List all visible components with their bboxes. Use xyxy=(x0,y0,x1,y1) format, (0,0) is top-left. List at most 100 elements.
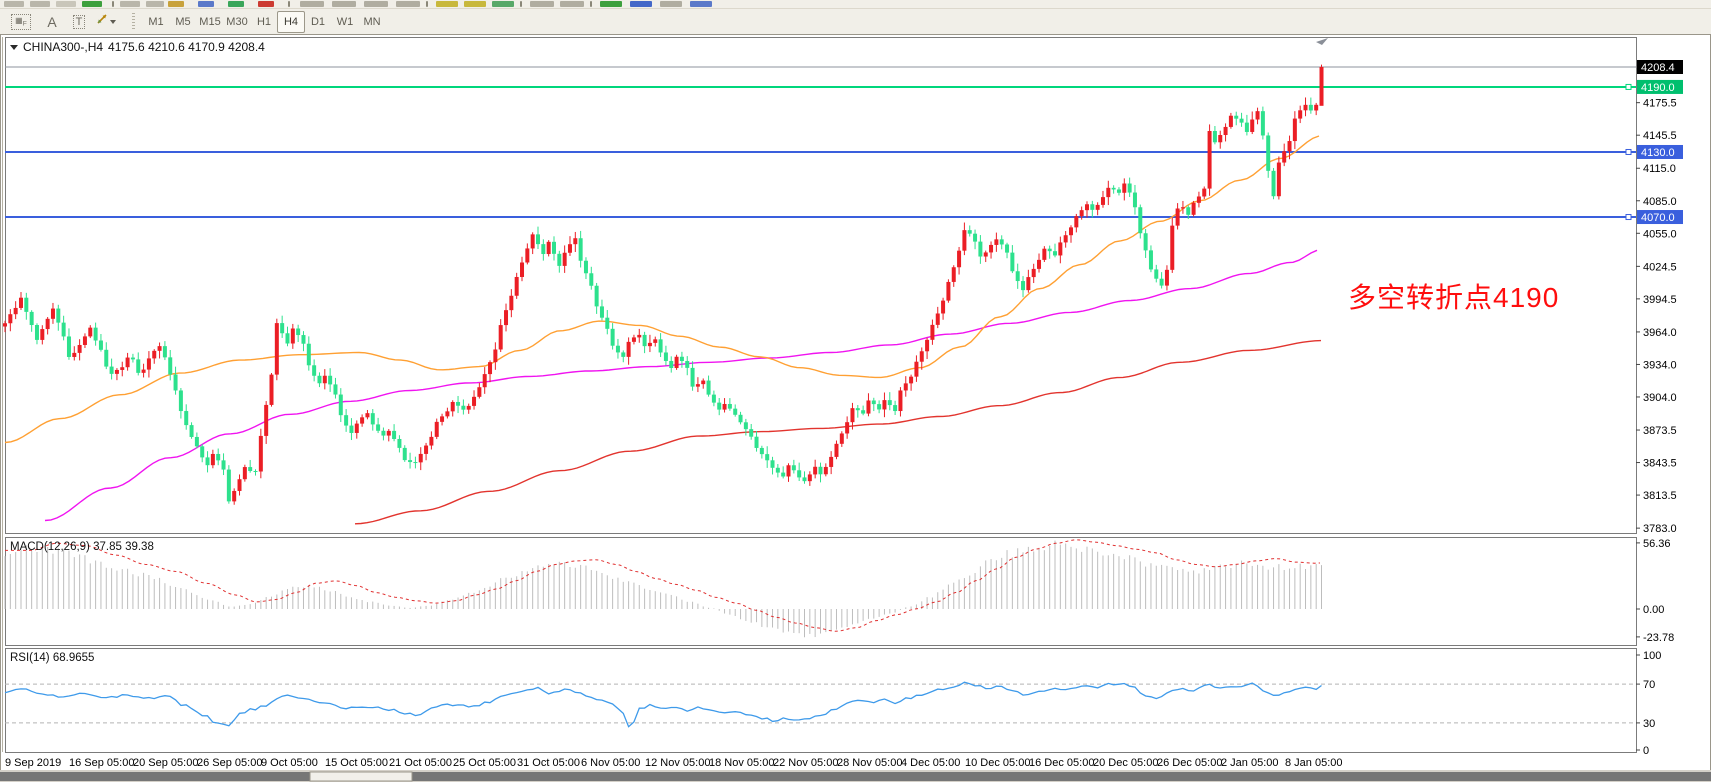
time-axis-label: 12 Nov 05:00 xyxy=(645,757,710,769)
arrows-tool-button[interactable] xyxy=(94,11,128,33)
toolbar-icon[interactable] xyxy=(258,1,274,7)
price-axis-label: 3873.5 xyxy=(1643,425,1677,437)
mt4-window: ▦F A T M1M5M15M30H1H4D1W1MN 4175.54145.5… xyxy=(0,0,1711,782)
toolbar-icon[interactable] xyxy=(630,1,652,7)
time-axis-label: 31 Oct 05:00 xyxy=(517,757,580,769)
toolbar-icon[interactable] xyxy=(228,1,244,7)
toolbar-icon[interactable] xyxy=(300,1,324,7)
toolbar-icon[interactable] xyxy=(30,1,50,7)
macd-axis-label: 0.00 xyxy=(1643,604,1664,616)
toolbar-icon[interactable] xyxy=(492,1,514,7)
toolbar-icon[interactable] xyxy=(530,1,554,7)
timeframe-button-H4[interactable]: H4 xyxy=(277,11,305,33)
price-axis-label: 3813.5 xyxy=(1643,490,1677,502)
toolbar-icon[interactable] xyxy=(332,1,356,7)
toolbar-icon[interactable] xyxy=(436,1,458,7)
toolbar-icon[interactable] xyxy=(288,1,290,7)
top-toolbar-cropped xyxy=(0,0,1711,9)
rsi-axis-label: 30 xyxy=(1643,718,1655,730)
time-axis-label: 9 Oct 05:00 xyxy=(261,757,318,769)
toolbar-icon[interactable] xyxy=(600,1,622,7)
letter-a-icon: A xyxy=(47,14,56,30)
macd-panel[interactable] xyxy=(6,538,1637,646)
time-axis-label: 21 Oct 05:00 xyxy=(389,757,452,769)
timeframe-button-M15[interactable]: M15 xyxy=(196,11,224,33)
time-axis-label: 9 Sep 2019 xyxy=(5,757,61,769)
time-axis-label: 8 Jan 05:00 xyxy=(1285,757,1343,769)
toolbar-icon[interactable] xyxy=(590,1,592,7)
ohlc-values: 4175.6 4210.6 4170.9 4208.4 xyxy=(108,40,265,54)
rsi-axis-label: 70 xyxy=(1643,679,1655,691)
toolbar-gripper[interactable] xyxy=(132,13,135,30)
timeframe-button-W1[interactable]: W1 xyxy=(331,11,359,33)
timeframe-button-M5[interactable]: M5 xyxy=(169,11,197,33)
time-axis-label: 26 Dec 05:00 xyxy=(1157,757,1222,769)
chart-text-annotation[interactable]: 多空转折点4190 xyxy=(1348,276,1559,316)
price-axis-label: 3964.0 xyxy=(1643,327,1677,339)
toolbar-icon[interactable] xyxy=(82,1,102,7)
macd-axis-label: 56.36 xyxy=(1643,538,1671,550)
timeframe-button-M1[interactable]: M1 xyxy=(142,11,170,33)
price-axis-label: 4115.0 xyxy=(1643,163,1676,175)
toolbar-icon[interactable] xyxy=(4,1,24,7)
toolbar-icon[interactable] xyxy=(560,1,584,7)
time-axis-label: 16 Dec 05:00 xyxy=(1029,757,1094,769)
toolbar-icon[interactable] xyxy=(690,1,712,7)
toolbar-icon[interactable] xyxy=(146,1,164,7)
price-label-text: 4070.0 xyxy=(1641,212,1675,224)
rsi-axis-label: 100 xyxy=(1643,650,1661,662)
chart-canvas[interactable]: 4175.54145.54115.04085.04055.04024.53994… xyxy=(0,34,1711,782)
price-axis-label: 3843.5 xyxy=(1643,458,1677,470)
price-axis-label: 4085.0 xyxy=(1643,196,1677,208)
price-axis-label: 3904.0 xyxy=(1643,392,1677,404)
timeframe-button-MN[interactable]: MN xyxy=(358,11,386,33)
toolbar-icon[interactable] xyxy=(364,1,388,7)
chart-title[interactable]: CHINA300-,H4 4175.6 4210.6 4170.9 4208.4 xyxy=(10,40,265,54)
letter-t-icon: T xyxy=(73,15,86,29)
toolbar-icon[interactable] xyxy=(120,1,140,7)
price-axis-label: 3783.0 xyxy=(1643,523,1677,535)
price-axis-label: 4024.5 xyxy=(1643,261,1677,273)
time-axis-label: 26 Sep 05:00 xyxy=(197,757,262,769)
toolbar-icon[interactable] xyxy=(198,1,214,7)
grid-icon: ▦F xyxy=(11,14,31,30)
rsi-panel[interactable] xyxy=(6,649,1637,753)
toolbar-icon[interactable] xyxy=(660,1,682,7)
text-box-tool-button[interactable]: T xyxy=(66,11,92,33)
time-axis-label: 16 Sep 05:00 xyxy=(69,757,134,769)
macd-indicator-label: MACD(12,26,9) 37.85 39.38 xyxy=(10,541,154,553)
toolbar-icon[interactable] xyxy=(426,1,428,7)
time-axis-label: 22 Nov 05:00 xyxy=(773,757,838,769)
text-label-tool-button[interactable]: A xyxy=(40,11,64,33)
time-axis-label: 25 Oct 05:00 xyxy=(453,757,516,769)
level-endpoint-handle[interactable] xyxy=(1626,215,1631,220)
toolbar-icon[interactable] xyxy=(520,1,522,7)
scrollbar-track[interactable] xyxy=(0,772,1711,781)
price-axis-label: 4055.0 xyxy=(1643,228,1677,240)
level-endpoint-handle[interactable] xyxy=(1626,149,1631,154)
toolbar-icon[interactable] xyxy=(56,1,76,7)
timeframe-button-D1[interactable]: D1 xyxy=(304,11,332,33)
time-axis-label: 20 Sep 05:00 xyxy=(133,757,198,769)
toolbar-icon[interactable] xyxy=(168,1,184,7)
symbol-period-label: CHINA300-,H4 xyxy=(23,40,103,54)
diagonal-arrows-icon xyxy=(95,12,109,26)
scrollbar-thumb[interactable] xyxy=(310,772,412,781)
toolbar-icon[interactable] xyxy=(464,1,486,7)
price-axis-label: 3934.0 xyxy=(1643,359,1677,371)
level-endpoint-handle[interactable] xyxy=(1626,84,1631,89)
toolbar-icon[interactable] xyxy=(112,1,114,7)
timeframe-button-M30[interactable]: M30 xyxy=(223,11,251,33)
chevron-down-icon xyxy=(110,20,116,24)
time-axis-label: 6 Nov 05:00 xyxy=(581,757,640,769)
price-axis-label: 4175.5 xyxy=(1643,98,1677,110)
timeframe-button-H1[interactable]: H1 xyxy=(250,11,278,33)
time-axis-label: 18 Nov 05:00 xyxy=(709,757,774,769)
time-axis-label: 28 Nov 05:00 xyxy=(837,757,902,769)
toolbar-icon[interactable] xyxy=(396,1,420,7)
chart-window[interactable]: 4175.54145.54115.04085.04055.04024.53994… xyxy=(0,34,1711,782)
rsi-indicator-label: RSI(14) 68.9655 xyxy=(10,652,94,664)
fractal-grid-tool-button[interactable]: ▦F xyxy=(8,11,34,33)
time-axis-label: 20 Dec 05:00 xyxy=(1093,757,1158,769)
price-label-text: 4190.0 xyxy=(1641,82,1675,94)
